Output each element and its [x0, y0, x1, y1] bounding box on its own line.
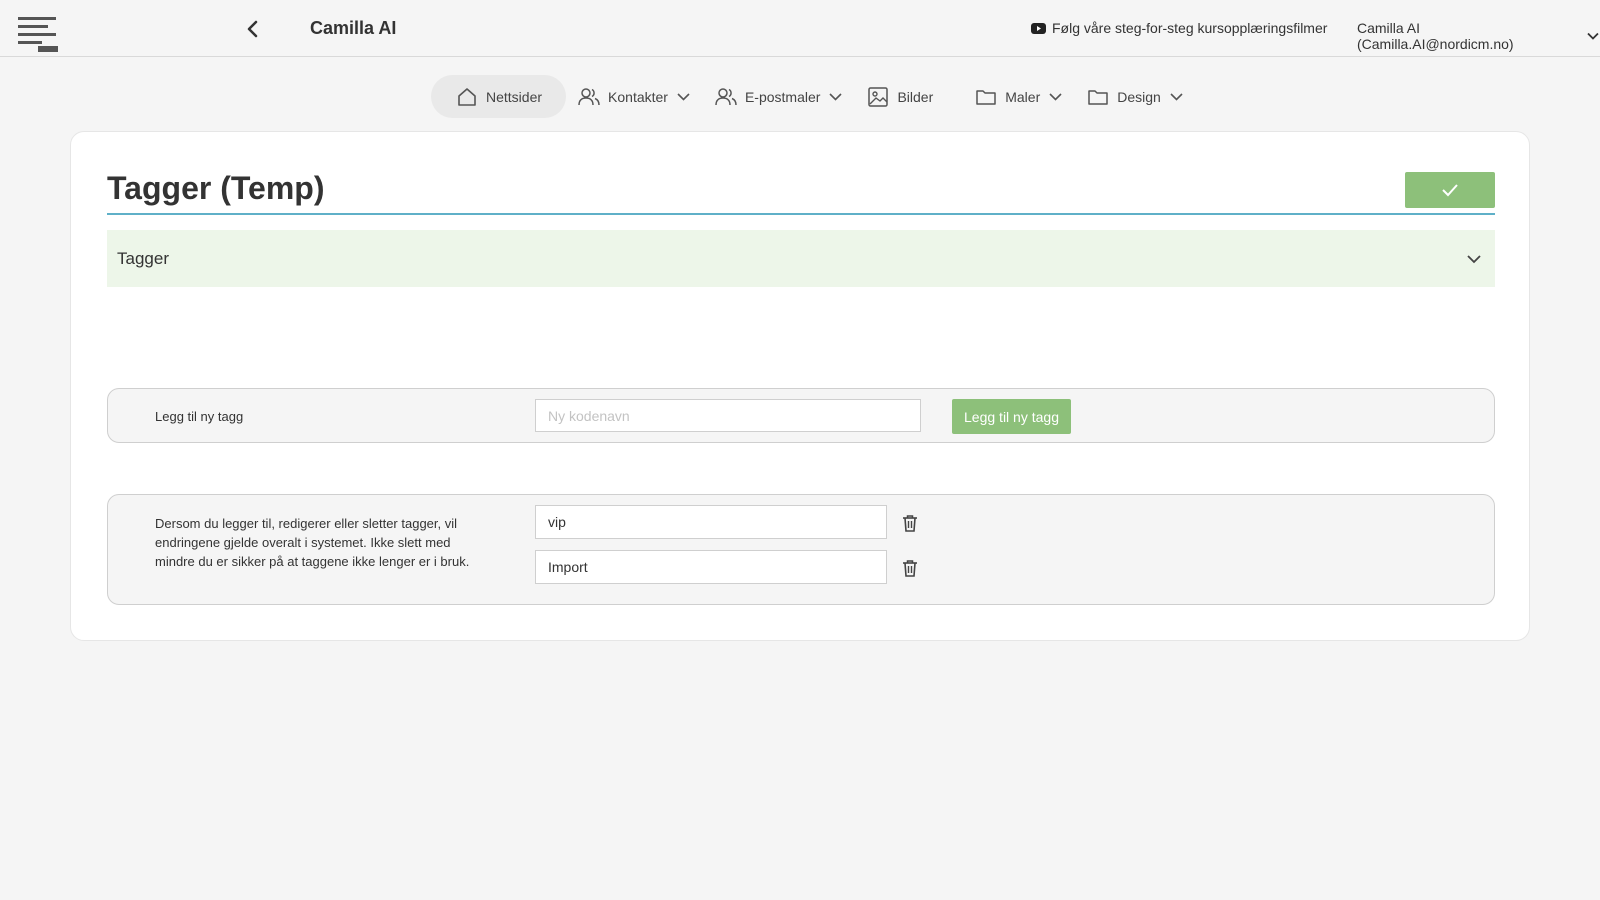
nav-item-bilder[interactable]: Bilder — [855, 75, 963, 118]
add-tag-label: Legg til ny tagg — [155, 409, 244, 424]
app-title: Camilla AI — [310, 18, 397, 38]
add-tag-panel: Legg til ny tagg Legg til ny tagg — [107, 388, 1495, 443]
nav-label: Maler — [1005, 88, 1041, 105]
tag-input[interactable] — [535, 550, 887, 584]
main-nav: Nettsider Kontakter E-postmaler Bilder M… — [431, 75, 1196, 118]
chevron-down-icon — [1049, 93, 1062, 101]
tags-notice: Dersom du legger til, redigerer eller sl… — [155, 516, 470, 569]
tag-input[interactable] — [535, 505, 887, 539]
tutorial-videos-link[interactable]: Følg våre steg-for-steg kursopplæringsfi… — [1031, 20, 1327, 36]
nav-label: Kontakter — [608, 88, 668, 105]
checkmark-icon — [1442, 184, 1458, 197]
tags-list-panel: Dersom du legger til, redigerer eller sl… — [107, 494, 1495, 605]
nav-item-design[interactable]: Design — [1075, 75, 1196, 118]
nav-item-kontakter[interactable]: Kontakter — [566, 75, 703, 118]
nav-label: Nettsider — [486, 88, 543, 105]
tag-row — [535, 550, 955, 584]
youtube-icon — [1031, 22, 1046, 34]
nav-item-e-postmaler[interactable]: E-postmaler — [703, 75, 855, 118]
page-title: Tagger (Temp) — [107, 170, 325, 206]
back-arrow-icon[interactable] — [244, 19, 262, 39]
add-tag-button[interactable]: Legg til ny tagg — [952, 399, 1071, 434]
nav-item-maler[interactable]: Maler — [963, 75, 1075, 118]
folder-icon — [976, 89, 996, 105]
chevron-down-icon — [1467, 255, 1481, 264]
chevron-down-icon — [1170, 93, 1183, 101]
user-name: Camilla AI (Camilla.AI@nordicm.no) — [1357, 20, 1514, 52]
title-underline — [107, 213, 1495, 215]
image-icon — [868, 86, 889, 107]
nav-item-nettsider[interactable]: Nettsider — [431, 75, 567, 118]
chevron-down-icon — [1587, 32, 1599, 40]
accordion-label: Tagger — [117, 249, 169, 268]
top-bar: Camilla AI Følg våre steg-for-steg kurso… — [0, 0, 1600, 57]
tutorial-link-label: Følg våre steg-for-steg kursopplæringsfi… — [1052, 20, 1328, 36]
chevron-down-icon — [829, 93, 843, 101]
folder-icon — [1088, 89, 1108, 105]
menu-icon[interactable] — [18, 17, 60, 53]
nav-label: Design — [1117, 88, 1161, 105]
save-button[interactable] — [1405, 172, 1495, 208]
trash-icon[interactable] — [902, 514, 918, 532]
nav-label: E-postmaler — [744, 88, 821, 105]
users-icon — [578, 87, 600, 105]
main-card: Tagger (Temp) Tagger Legg til ny tagg Le… — [70, 131, 1530, 641]
trash-icon[interactable] — [902, 559, 918, 577]
users-icon — [715, 87, 737, 105]
tag-row — [535, 505, 955, 539]
user-menu[interactable]: Camilla AI (Camilla.AI@nordicm.no) — [1357, 20, 1600, 52]
new-tag-input[interactable] — [535, 399, 921, 432]
tags-accordion[interactable]: Tagger — [107, 230, 1495, 287]
nav-label: Bilder — [897, 88, 934, 105]
chevron-down-icon — [677, 93, 690, 101]
home-icon — [458, 87, 476, 106]
